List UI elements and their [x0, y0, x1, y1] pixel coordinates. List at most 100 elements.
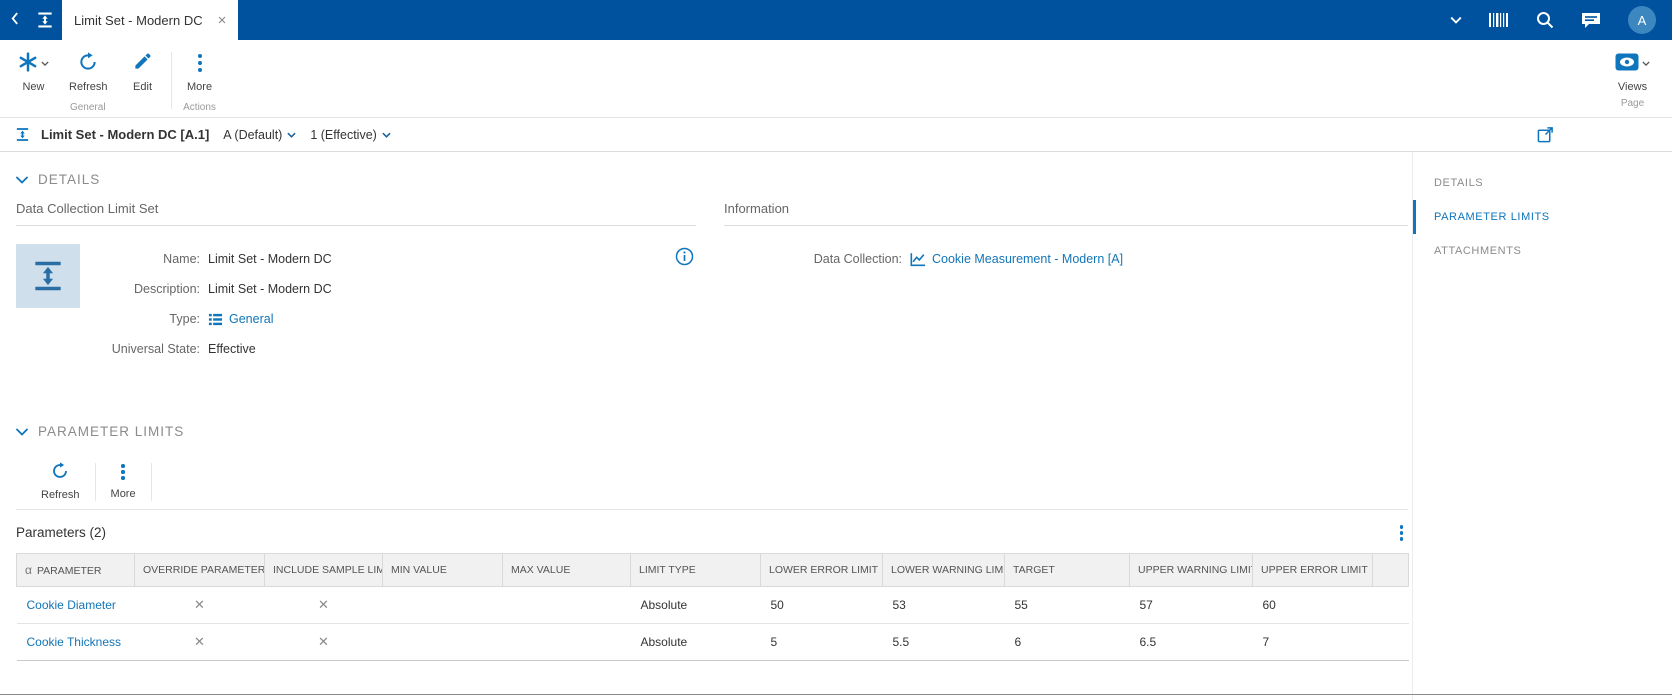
ribbon-separator [170, 52, 172, 109]
limit-type-cell: Absolute [630, 586, 761, 624]
type-link[interactable]: General [229, 312, 273, 326]
col-header-parameter[interactable]: α PARAMETER [16, 552, 135, 587]
col-header-override-parameter[interactable]: OVERRIDE PARAMETER [134, 552, 265, 587]
tab-limit-set[interactable]: Limit Set - Modern DC × [62, 0, 239, 40]
chevron-left-icon [10, 11, 19, 29]
col-header-empty [1372, 552, 1409, 587]
parameter-limits-section-header[interactable]: PARAMETER LIMITS [16, 424, 1408, 439]
more-button[interactable]: More [175, 44, 225, 95]
col-header-upper-error-limit[interactable]: UPPER ERROR LIMIT [1252, 552, 1373, 587]
parameters-table: α PARAMETER OVERRIDE PARAMETER INCLUDE SA… [16, 552, 1409, 661]
info-icon[interactable] [675, 247, 694, 266]
group-label-page: Page [1620, 98, 1645, 109]
ribbon-group-general: New Refresh Edit General [8, 44, 168, 117]
back-button[interactable] [0, 0, 28, 40]
expand-panel-icon[interactable] [1537, 126, 1554, 143]
toolbar-separator [150, 463, 152, 501]
version-value: 1 (Effective) [310, 127, 377, 142]
entity-title: Limit Set - Modern DC [A.1] [41, 127, 210, 142]
upper-warning-limit-cell: 6.5 [1129, 623, 1253, 661]
limit-set-icon [14, 126, 31, 143]
table-row[interactable]: Cookie Thickness ✕ ✕ Absolute 5 5.5 6 6.… [16, 623, 1409, 661]
bottom-divider [0, 694, 1672, 695]
breadcrumb-bar: Limit Set - Modern DC [A.1] A (Default) … [0, 118, 1672, 152]
eye-views-icon [1615, 53, 1639, 74]
empty-cell [1372, 623, 1409, 661]
chevron-down-icon [16, 424, 28, 439]
limit-set-icon [28, 10, 62, 30]
nav-item-attachments[interactable]: ATTACHMENTS [1413, 234, 1672, 268]
edit-button[interactable]: Edit [118, 44, 168, 95]
target-cell: 6 [1004, 623, 1130, 661]
max-value-cell [502, 623, 631, 661]
search-icon[interactable] [1536, 11, 1554, 29]
chevron-down-icon [16, 172, 28, 187]
parameter-link[interactable]: Cookie Diameter [27, 598, 116, 612]
more-button-label: More [187, 81, 213, 93]
nav-item-details[interactable]: DETAILS [1413, 166, 1672, 200]
parameter-link[interactable]: Cookie Thickness [27, 635, 122, 649]
panel-title: Information [724, 201, 1408, 226]
grid-more-button[interactable]: More [96, 455, 151, 509]
col-header-lower-warning-limit[interactable]: LOWER WARNING LIMIT [882, 552, 1005, 587]
chevron-down-icon[interactable] [1642, 60, 1650, 66]
views-button[interactable]: Views [1605, 44, 1660, 95]
limit-set-icon-large [16, 244, 80, 308]
refresh-icon [51, 462, 69, 483]
tab-title: Limit Set - Modern DC [74, 12, 203, 28]
nav-item-parameter-limits[interactable]: PARAMETER LIMITS [1413, 200, 1672, 234]
topbar-actions: A [1450, 6, 1672, 34]
revision-dropdown[interactable]: A (Default) [223, 128, 296, 142]
details-section-header[interactable]: DETAILS [16, 172, 1408, 187]
col-header-min-value[interactable]: MIN VALUE [382, 552, 503, 587]
include-sample-limit-cross-icon: ✕ [264, 623, 383, 661]
barcode-scan-icon[interactable] [1489, 12, 1509, 28]
col-header-lower-error-limit[interactable]: LOWER ERROR LIMIT [760, 552, 883, 587]
group-label-actions: Actions [183, 102, 216, 113]
col-header-upper-warning-limit[interactable]: UPPER WARNING LIMIT [1129, 552, 1253, 587]
asterisk-new-icon [18, 51, 38, 75]
user-avatar[interactable]: A [1628, 6, 1656, 34]
chevron-down-icon [287, 132, 296, 138]
new-button[interactable]: New [8, 44, 59, 95]
refresh-button[interactable]: Refresh [59, 44, 118, 95]
type-label: Type: [169, 312, 200, 326]
tab-close-icon[interactable]: × [218, 13, 227, 28]
target-cell: 55 [1004, 586, 1130, 624]
limit-type-cell: Absolute [630, 623, 761, 661]
name-value: Limit Set - Modern DC [208, 252, 332, 266]
ribbon-left: New Refresh Edit General More Actions [8, 44, 225, 117]
main-panel: DETAILS Data Collection Limit Set Name: … [0, 152, 1412, 700]
universal-state-label: Universal State: [111, 342, 200, 356]
group-label-general: General [69, 102, 106, 113]
overflow-chevron-down-icon[interactable] [1450, 16, 1462, 24]
version-dropdown[interactable]: 1 (Effective) [310, 127, 391, 142]
data-collection-link[interactable]: Cookie Measurement - Modern [A] [932, 252, 1123, 266]
description-value: Limit Set - Modern DC [208, 282, 332, 296]
grid-more-label: More [110, 487, 136, 500]
description-label: Description: [134, 282, 200, 296]
feedback-chat-icon[interactable] [1581, 12, 1601, 29]
chevron-down-icon[interactable] [41, 60, 49, 66]
pencil-icon [133, 52, 152, 74]
max-value-cell [502, 586, 631, 624]
chevron-down-icon [382, 132, 391, 138]
lower-warning-limit-cell: 5.5 [882, 623, 1005, 661]
grid-menu-ellipsis-icon[interactable] [1395, 523, 1409, 543]
revision-value: A (Default) [223, 127, 283, 142]
table-row[interactable]: Cookie Diameter ✕ ✕ Absolute 50 53 55 57… [16, 586, 1409, 624]
ribbon-group-page: Views Page [1605, 44, 1660, 113]
col-header-limit-type[interactable]: LIMIT TYPE [630, 552, 761, 587]
col-header-include-sample-limit[interactable]: INCLUDE SAMPLE LIMIT [264, 552, 383, 587]
parameter-limits-toolbar: Refresh More [16, 453, 1408, 510]
ellipsis-vertical-icon [193, 52, 207, 74]
alphabetical-icon: α [25, 562, 32, 577]
col-header-target[interactable]: TARGET [1004, 552, 1130, 587]
table-header-row: α PARAMETER OVERRIDE PARAMETER INCLUDE SA… [16, 552, 1409, 587]
ribbon-group-actions: More Actions [175, 44, 225, 117]
col-header-max-value[interactable]: MAX VALUE [502, 552, 631, 587]
data-collection-label: Data Collection: [813, 252, 902, 266]
upper-error-limit-cell: 7 [1252, 623, 1373, 661]
grid-refresh-label: Refresh [41, 489, 80, 501]
grid-refresh-button[interactable]: Refresh [26, 455, 95, 509]
